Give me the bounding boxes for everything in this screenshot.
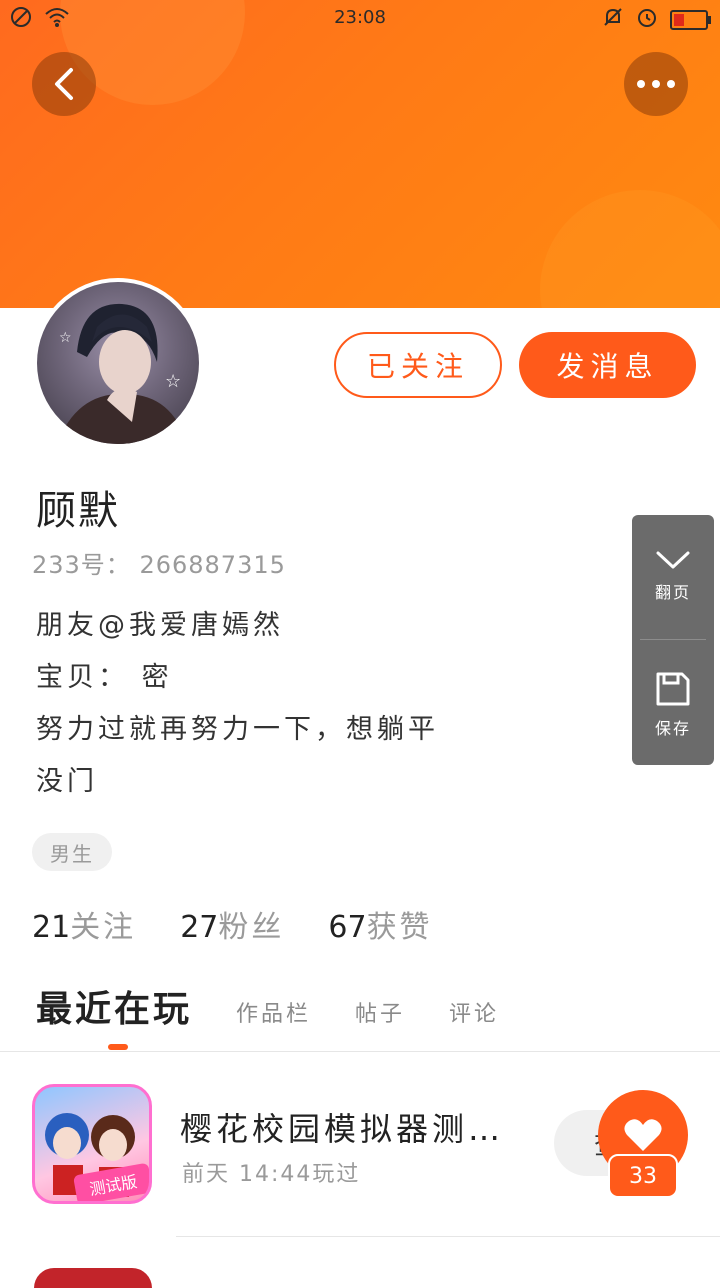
- stat-fans[interactable]: 27粉丝: [180, 902, 284, 946]
- game-last-played: 前天 14:44玩过: [182, 1162, 361, 1187]
- back-button[interactable]: [32, 52, 96, 116]
- profile-uid: 233号： 266887315: [32, 545, 286, 580]
- save-icon: [632, 671, 714, 707]
- stat-number: 21: [32, 910, 71, 945]
- banner-decoration: [540, 190, 720, 308]
- more-options-button[interactable]: [624, 52, 688, 116]
- alarm-icon: [636, 6, 658, 33]
- more-dots-icon: [637, 80, 675, 88]
- tab-indicator: [108, 1044, 128, 1050]
- save-button[interactable]: 保存: [632, 671, 714, 739]
- floating-side-panel: 翻页 保存: [632, 515, 714, 765]
- tab-works[interactable]: 作品栏: [236, 996, 311, 1028]
- stat-label: 关注: [70, 910, 137, 945]
- profile-stats: 21关注 27粉丝 67获赞: [32, 902, 433, 946]
- followed-button[interactable]: 已关注: [334, 332, 502, 398]
- game-icon[interactable]: [34, 1268, 152, 1288]
- stat-number: 27: [180, 910, 219, 945]
- svg-text:☆: ☆: [165, 371, 181, 392]
- uid-value: 266887315: [139, 551, 286, 579]
- profile-banner: [0, 0, 720, 308]
- battery-icon: [670, 9, 711, 30]
- stat-following[interactable]: 21关注: [32, 902, 136, 946]
- status-right: [602, 6, 711, 33]
- bio-line: 朋友@我爱唐嫣然: [36, 610, 284, 641]
- profile-tabs: 最近在玩 作品栏 帖子 评论: [36, 980, 543, 1032]
- avatar-image: ☆ ☆: [37, 282, 199, 444]
- stat-number: 67: [328, 910, 367, 945]
- chevron-down-icon: [632, 549, 714, 571]
- mute-bell-icon: [602, 6, 624, 33]
- stat-label: 粉丝: [218, 910, 285, 945]
- status-bar: 23:08: [0, 0, 720, 36]
- svg-text:☆: ☆: [59, 330, 72, 346]
- avatar[interactable]: ☆ ☆: [33, 278, 203, 448]
- tab-recently-played[interactable]: 最近在玩: [36, 980, 192, 1032]
- tab-posts[interactable]: 帖子: [355, 996, 405, 1028]
- chevron-left-icon: [55, 68, 73, 100]
- page-turn-label: 翻页: [654, 583, 691, 602]
- like-count-badge: 33: [608, 1154, 678, 1198]
- divider: [640, 639, 706, 640]
- divider: [0, 1051, 720, 1052]
- save-label: 保存: [654, 719, 691, 738]
- uid-label: 233号：: [32, 551, 131, 579]
- stat-likes[interactable]: 67获赞: [328, 902, 432, 946]
- page-turn-button[interactable]: 翻页: [632, 549, 714, 603]
- send-message-button[interactable]: 发消息: [519, 332, 696, 398]
- divider: [176, 1236, 720, 1237]
- tab-comments[interactable]: 评论: [449, 996, 499, 1028]
- game-icon: 测试版: [32, 1084, 152, 1204]
- heart-icon: [624, 1119, 662, 1151]
- stat-label: 获赞: [366, 910, 433, 945]
- profile-bio: 朋友@我爱唐嫣然 宝贝： 密 努力过就再努力一下，想躺平 没门: [36, 600, 506, 808]
- profile-name: 顾默: [36, 488, 120, 534]
- game-title: 樱花校园模拟器测…: [180, 1110, 505, 1148]
- bio-line: 没门: [36, 766, 98, 797]
- bio-line: 宝贝： 密: [36, 662, 173, 693]
- bio-line: 努力过就再努力一下，想躺平: [36, 714, 439, 745]
- gender-tag: 男生: [32, 833, 112, 871]
